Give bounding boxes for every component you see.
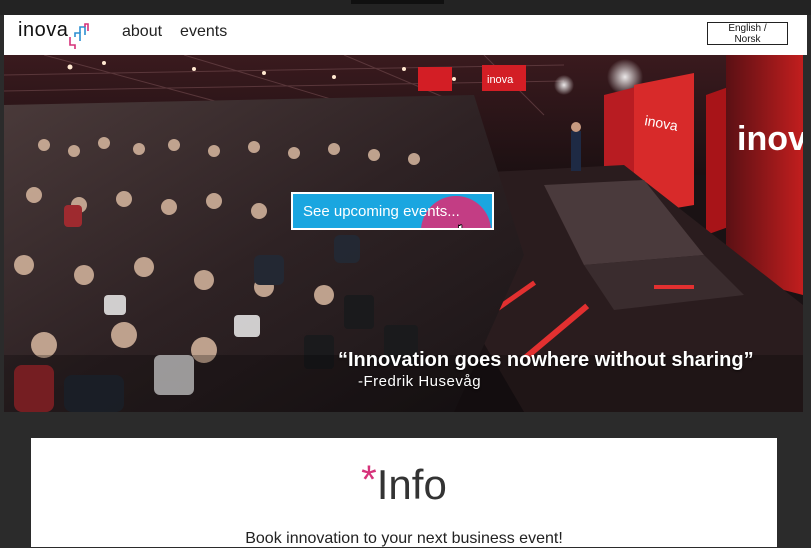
hero-quote: “Innovation goes nowhere without sharing… (338, 349, 754, 371)
hero-quote-author: -Fredrik Husevåg (358, 373, 482, 390)
see-upcoming-events-button[interactable]: See upcoming events... (291, 192, 494, 230)
browser-notch (351, 0, 444, 4)
cta-label: See upcoming events... (303, 202, 460, 220)
nav-link-about[interactable]: about (122, 23, 162, 41)
banner-brand-text: inova (487, 74, 514, 86)
hero-banner: inova inova inova (4, 55, 803, 412)
info-title-text: Info (376, 461, 447, 508)
nav-link-events[interactable]: events (180, 23, 227, 41)
info-heading: *Info (31, 460, 777, 508)
hand-pointer-cursor-icon (458, 224, 463, 228)
info-subtitle: Book innovation to your next business ev… (245, 530, 563, 547)
info-section: *Info Book innovation to your next busin… (31, 438, 777, 547)
site-logo[interactable]: inova (18, 19, 90, 51)
language-toggle-button[interactable]: English / Norsk (707, 22, 788, 45)
main-nav: about events (122, 23, 227, 41)
info-asterisk: * (361, 458, 377, 502)
logo-text: inova (18, 19, 69, 41)
site-navbar: inova about events English / Norsk (4, 15, 807, 55)
logo-steps-icon (69, 23, 90, 49)
screen-brand-text: inova (737, 120, 803, 158)
